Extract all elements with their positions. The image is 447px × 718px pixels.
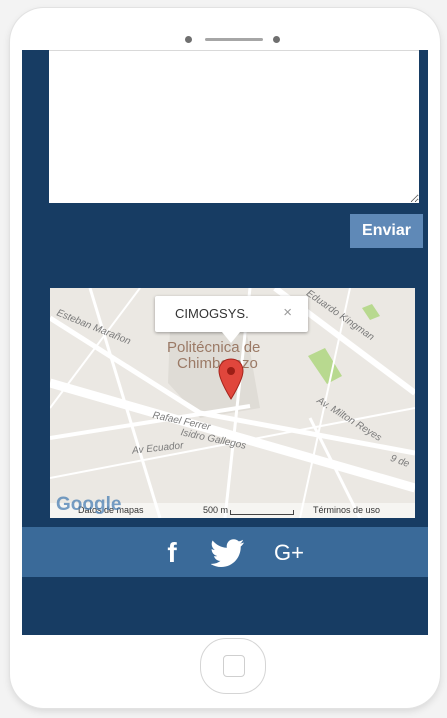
phone-top-bezel <box>10 8 440 56</box>
popup-tail <box>222 332 240 343</box>
twitter-icon[interactable] <box>211 539 245 567</box>
map-pin-icon[interactable] <box>218 358 244 400</box>
facebook-icon[interactable]: f <box>162 537 182 568</box>
googleplus-icon[interactable]: G+ <box>274 539 304 567</box>
map-info-popup: CIMOGSYS. × <box>155 296 308 343</box>
place-label-line1: Politécnica de <box>167 339 261 356</box>
phone-screen: Enviar Esteban Marañon Eduardo Kingman A… <box>22 50 428 635</box>
home-button-square <box>223 655 245 677</box>
social-bar: f G+ <box>22 527 428 577</box>
map-scale-label: 500 m <box>203 505 229 515</box>
close-icon[interactable]: × <box>283 304 292 321</box>
phone-speaker <box>205 38 263 41</box>
phone-frame: Enviar Esteban Marañon Eduardo Kingman A… <box>10 8 440 708</box>
popup-title: CIMOGSYS. <box>175 306 249 321</box>
google-map[interactable]: Esteban Marañon Eduardo Kingman Av. Milt… <box>50 288 415 518</box>
message-textarea[interactable] <box>49 50 419 203</box>
sensor-dot-left <box>185 36 192 43</box>
sensor-dot-right <box>273 36 280 43</box>
send-button[interactable]: Enviar <box>350 214 423 248</box>
map-terms-link[interactable]: Términos de uso <box>313 505 380 515</box>
google-logo: Google <box>56 494 122 515</box>
home-button[interactable] <box>200 638 266 694</box>
map-scale-bar <box>230 510 294 515</box>
